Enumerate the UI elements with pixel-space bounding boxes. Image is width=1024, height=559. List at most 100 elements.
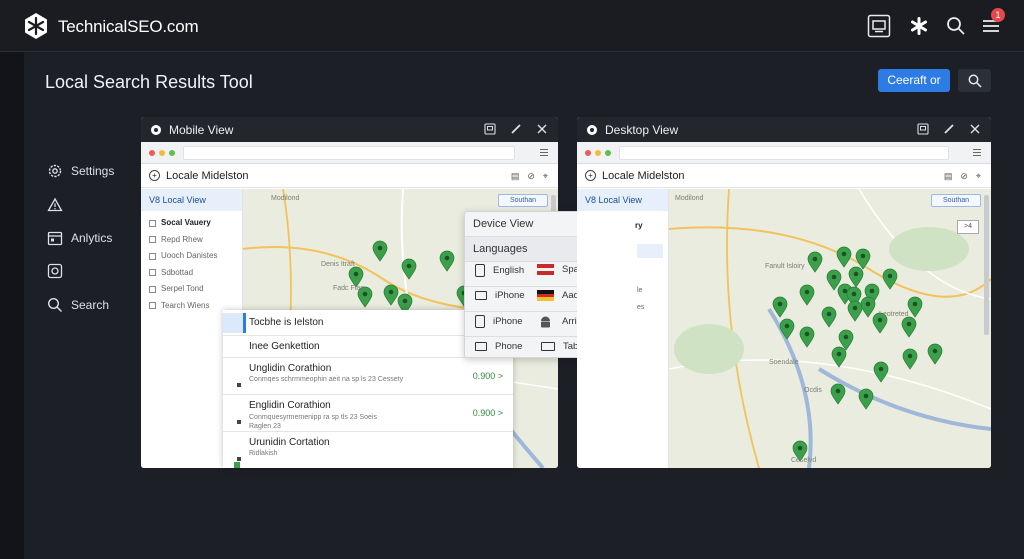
sidebar-list-item[interactable]: Repd Rhew bbox=[141, 232, 242, 249]
map-pin-dot bbox=[362, 291, 368, 297]
option-iphone-2[interactable]: iPhone bbox=[475, 315, 523, 328]
desktop-map[interactable]: Modilond Southan >4 Fanult Isloiry Leotr… bbox=[669, 189, 991, 468]
minimize-dot-icon[interactable] bbox=[159, 150, 165, 156]
result-row[interactable]: Unglidin Corathion Conmqes schrmmeophin … bbox=[223, 358, 513, 395]
map-pin-icon[interactable] bbox=[927, 343, 943, 365]
map-pin-icon[interactable] bbox=[348, 266, 364, 288]
option-iphone[interactable]: iPhone bbox=[475, 290, 525, 301]
nav-item-instagram[interactable] bbox=[47, 263, 63, 279]
map-place-label: Denis Itraft bbox=[321, 261, 355, 268]
edit-icon[interactable] bbox=[510, 123, 522, 135]
plus-icon[interactable]: + bbox=[585, 170, 596, 181]
close-icon[interactable] bbox=[969, 123, 981, 135]
url-bar[interactable] bbox=[619, 146, 949, 160]
header-search-button[interactable] bbox=[958, 69, 991, 92]
map-pin-icon[interactable] bbox=[873, 361, 889, 383]
map-pin-icon[interactable] bbox=[860, 296, 876, 318]
map-pin-icon[interactable] bbox=[830, 383, 846, 405]
sidebar-list-item[interactable]: Socal Vauery bbox=[141, 215, 242, 232]
browser-toolbar bbox=[141, 142, 558, 164]
map-pin-icon[interactable] bbox=[772, 296, 788, 318]
map-pin-icon[interactable] bbox=[821, 306, 837, 328]
map-pin-icon[interactable] bbox=[901, 316, 917, 338]
android-icon bbox=[541, 316, 550, 328]
nav-item-settings[interactable]: Settings bbox=[47, 163, 114, 179]
map-pin-dot bbox=[836, 351, 842, 357]
browser-toolbar bbox=[577, 142, 991, 164]
brand-logo-icon[interactable] bbox=[22, 12, 50, 40]
map-pin-icon[interactable] bbox=[799, 284, 815, 306]
map-pin-icon[interactable] bbox=[882, 268, 898, 290]
map-pin-icon[interactable] bbox=[847, 300, 863, 322]
search-button[interactable] bbox=[943, 13, 969, 39]
map-pin-icon[interactable] bbox=[372, 240, 388, 262]
browser-menu-icon[interactable] bbox=[973, 149, 981, 156]
nav-item-search[interactable]: Search bbox=[47, 297, 109, 313]
map-pin-icon[interactable] bbox=[383, 284, 399, 306]
result-row[interactable]: Urunidin Cortation Ridlakish bbox=[223, 432, 513, 469]
sidebar-fragment[interactable]: ry bbox=[635, 221, 643, 230]
map-search-button[interactable]: Southan bbox=[931, 194, 981, 207]
map-label: Modilond bbox=[271, 195, 300, 202]
selected-view-item[interactable]: V8 Local View bbox=[577, 189, 668, 211]
maximize-dot-icon[interactable] bbox=[605, 150, 611, 156]
browser-menu-icon[interactable] bbox=[540, 149, 548, 156]
map-pin-icon[interactable] bbox=[831, 346, 847, 368]
map-pin-dot bbox=[877, 317, 883, 323]
link-icon[interactable]: ⊘ bbox=[960, 171, 968, 182]
plus-icon[interactable]: + bbox=[149, 170, 160, 181]
map-place-label: Fanult Isloiry bbox=[765, 263, 805, 270]
expand-icon[interactable]: ⌖ bbox=[976, 171, 981, 182]
link-icon[interactable]: ⊘ bbox=[527, 171, 535, 182]
map-pin-icon[interactable] bbox=[807, 251, 823, 273]
doc-icon[interactable]: ▤ bbox=[511, 171, 520, 182]
monitor-icon bbox=[475, 342, 487, 351]
nav-item-alerts[interactable] bbox=[47, 197, 63, 213]
option-english[interactable]: English bbox=[475, 264, 524, 277]
maximize-dot-icon[interactable] bbox=[169, 150, 175, 156]
sidebar-list-item[interactable]: Sdbottad bbox=[141, 265, 242, 282]
doc-icon[interactable]: ▤ bbox=[944, 171, 953, 182]
zoom-control[interactable]: >4 bbox=[957, 220, 979, 234]
settings-button[interactable] bbox=[906, 13, 932, 39]
map-pin-icon[interactable] bbox=[907, 296, 923, 318]
brand-name[interactable]: TechnicalSEO.com bbox=[58, 17, 199, 37]
selected-view-item[interactable]: V8 Local View bbox=[141, 189, 242, 211]
panel-header: Mobile View bbox=[141, 117, 558, 142]
sidebar-list-item[interactable]: Uooch Danistes bbox=[141, 248, 242, 265]
map-pin-dot bbox=[406, 263, 412, 269]
result-score[interactable]: 0.900 > bbox=[473, 371, 503, 381]
map-pin-icon[interactable] bbox=[439, 250, 455, 272]
screenshot-icon[interactable] bbox=[484, 123, 496, 135]
map-pin-icon[interactable] bbox=[855, 248, 871, 270]
map-pin-icon[interactable] bbox=[858, 388, 874, 410]
url-bar[interactable] bbox=[183, 146, 515, 160]
close-dot-icon[interactable] bbox=[585, 150, 591, 156]
nav-item-analytics[interactable]: Anlytics bbox=[47, 230, 112, 246]
primary-action-button[interactable]: Ceeraft or bbox=[878, 69, 950, 92]
edit-icon[interactable] bbox=[943, 123, 955, 135]
panel-title: Desktop View bbox=[605, 122, 679, 137]
close-dot-icon[interactable] bbox=[149, 150, 155, 156]
map-pin-icon[interactable] bbox=[902, 348, 918, 370]
map-pin-dot bbox=[812, 256, 818, 262]
map-pin-dot bbox=[887, 273, 893, 279]
map-pin-icon[interactable] bbox=[848, 266, 864, 288]
sidebar-list-item[interactable]: Serpel Tond bbox=[141, 281, 242, 298]
map-pin-icon[interactable] bbox=[836, 246, 852, 268]
map-pin-icon[interactable] bbox=[799, 326, 815, 348]
map-place-label: Leotreted bbox=[879, 311, 909, 318]
option-phone[interactable]: Phone bbox=[475, 341, 522, 352]
sidebar-fragment[interactable]: es bbox=[637, 304, 644, 311]
expand-icon[interactable]: ⌖ bbox=[543, 171, 548, 182]
scrollbar[interactable] bbox=[984, 195, 989, 335]
map-search-button[interactable]: Southan bbox=[498, 194, 548, 207]
sidebar-fragment[interactable]: le bbox=[637, 287, 642, 294]
result-score[interactable]: 0.900 > bbox=[473, 408, 503, 418]
screenshot-icon[interactable] bbox=[917, 123, 929, 135]
minimize-dot-icon[interactable] bbox=[595, 150, 601, 156]
result-row[interactable]: Englidin Corathion Conmquesyrmemenipp ra… bbox=[223, 395, 513, 432]
result-title: Urunidin Cortation bbox=[249, 437, 330, 448]
close-icon[interactable] bbox=[536, 123, 548, 135]
screen-capture-button[interactable] bbox=[866, 13, 892, 39]
